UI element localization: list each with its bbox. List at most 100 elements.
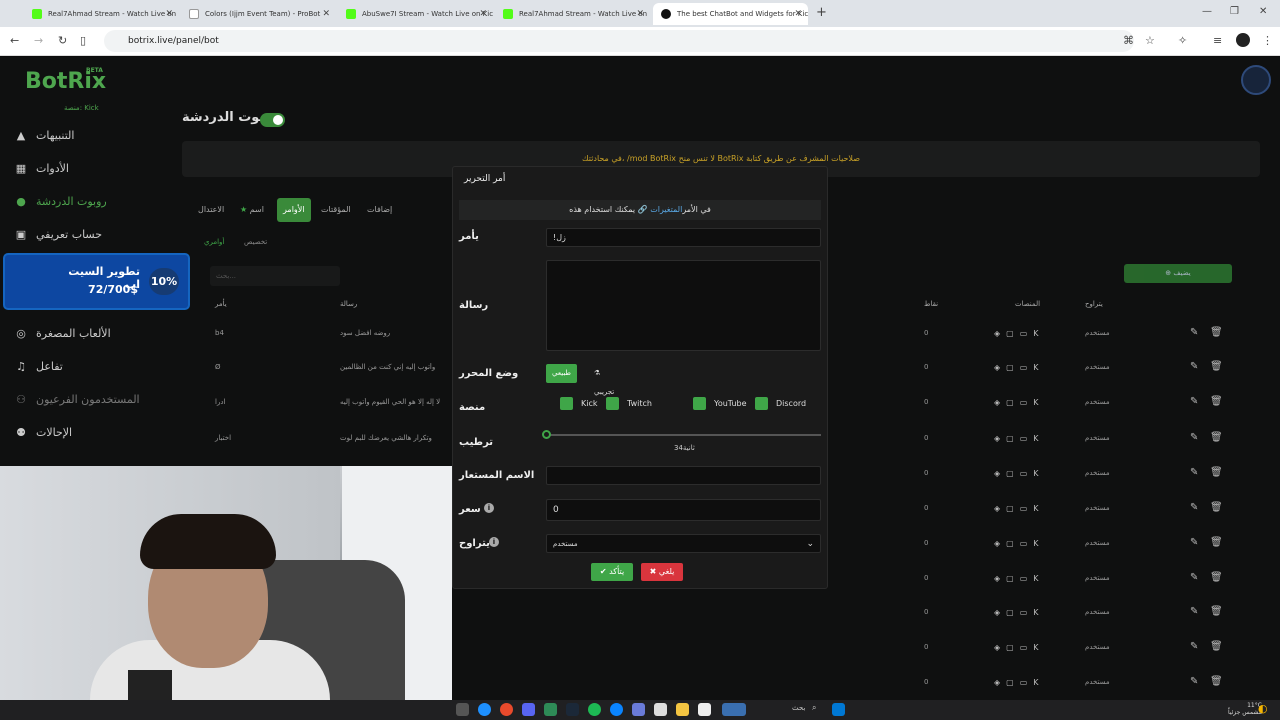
sidebar-item-profile[interactable]: ▣ حساب تعريفي	[14, 228, 184, 241]
checkbox-checked[interactable]	[693, 397, 706, 410]
search-input[interactable]: بحث...	[210, 266, 340, 286]
checkbox-checked[interactable]	[560, 397, 573, 410]
windows-start-icon[interactable]	[832, 703, 845, 716]
sidebar-item-subusers[interactable]: ⚇ المستخدمون الفرعيون	[14, 393, 184, 406]
tab-name[interactable]: ★ اسم	[234, 198, 270, 222]
range-select[interactable]: مستخدم ⌄	[546, 534, 821, 553]
edit-icon[interactable]: ✎	[1190, 572, 1198, 583]
sidepanel-icon[interactable]: ▯	[80, 34, 86, 47]
app-icon[interactable]	[632, 703, 645, 716]
delete-icon[interactable]: 🗑	[1210, 537, 1223, 548]
bookmark-star-icon[interactable]: ☆	[1145, 34, 1155, 47]
translate-icon[interactable]: ⌘	[1123, 34, 1134, 47]
sidebar-item-chatbot[interactable]: ● روبوت الدردشة	[14, 195, 184, 208]
close-icon[interactable]: ✕	[322, 9, 330, 19]
menu-icon[interactable]: ⋮	[1262, 34, 1273, 47]
variables-link[interactable]: المتغيرات	[650, 205, 682, 214]
column-header-command[interactable]: يأمر	[215, 300, 227, 308]
delete-icon[interactable]: 🗑	[1210, 396, 1223, 407]
forward-icon[interactable]: →	[34, 34, 43, 47]
taskview-icon[interactable]	[456, 703, 469, 716]
close-icon[interactable]: ✕	[794, 9, 802, 19]
mode-normal-button[interactable]: طبيعي	[546, 364, 578, 383]
chatbot-toggle[interactable]	[260, 113, 285, 127]
cooldown-slider-handle[interactable]	[542, 430, 551, 439]
back-icon[interactable]: ←	[10, 34, 19, 47]
subtab-custom[interactable]: تخصيص	[244, 238, 267, 246]
price-field[interactable]: 0	[546, 499, 821, 521]
info-icon[interactable]: i	[484, 503, 494, 513]
url-field[interactable]: botrix.live/panel/bot	[104, 30, 1134, 52]
tab-commands[interactable]: الأوامر	[277, 198, 311, 222]
store-icon[interactable]	[654, 703, 667, 716]
edit-icon[interactable]: ✎	[1190, 537, 1198, 548]
subtab-mine[interactable]: أوامري	[204, 238, 224, 246]
new-tab-icon[interactable]: +	[816, 5, 827, 20]
column-header-points[interactable]: نقاط	[924, 300, 938, 308]
edit-icon[interactable]: ✎	[1190, 467, 1198, 478]
mode-experimental-button[interactable]: ⚗ تجريبي	[588, 364, 620, 396]
sidebar-item-minigames[interactable]: ◎ الألعاب المصغرة	[14, 327, 184, 340]
close-icon[interactable]: ✕	[165, 9, 173, 19]
browser-tab[interactable]: Real7Ahmad Stream - Watch Live on Kick ✕	[24, 3, 179, 25]
window-close-icon[interactable]: ✕	[1259, 6, 1267, 17]
add-command-button[interactable]: ⊕ يضيف	[1124, 264, 1232, 283]
browser-tab-active[interactable]: The best ChatBot and Widgets for Kick: T…	[653, 3, 808, 25]
folder-icon[interactable]	[676, 703, 689, 716]
command-field[interactable]: !زل	[546, 228, 821, 247]
cancel-button[interactable]: ✖ يلغي	[641, 563, 683, 581]
edit-icon[interactable]: ✎	[1190, 327, 1198, 338]
tab-timers[interactable]: المؤقتات	[315, 198, 357, 222]
browser-tab[interactable]: Real7Ahmad Stream - Watch Live on Kick ✕	[495, 3, 650, 25]
taskbar-search[interactable]: بحث	[792, 704, 805, 712]
tab-moderation[interactable]: الاعتدال	[192, 198, 230, 222]
delete-icon[interactable]: 🗑	[1210, 572, 1223, 583]
spotify-icon[interactable]	[588, 703, 601, 716]
browser-tab[interactable]: AbuSwe7I Stream - Watch Live on Kick ✕	[338, 3, 493, 25]
notepad-icon[interactable]	[698, 703, 711, 716]
confirm-button[interactable]: ✔ يتأكد	[591, 563, 633, 581]
close-icon[interactable]: ✕	[479, 9, 487, 19]
message-textarea[interactable]	[546, 260, 821, 351]
chrome-icon[interactable]	[478, 703, 491, 716]
platform-checkbox-kick[interactable]: Kick	[560, 397, 598, 410]
user-avatar[interactable]	[1241, 65, 1271, 95]
sidebar-item-tools[interactable]: ▦ الأدوات	[14, 162, 184, 175]
media-icon[interactable]: ≡	[1213, 34, 1222, 47]
minimize-icon[interactable]: —	[1202, 6, 1212, 17]
extensions-icon[interactable]: ✧	[1178, 34, 1187, 47]
edit-icon[interactable]: ✎	[1190, 606, 1198, 617]
edge-icon[interactable]	[610, 703, 623, 716]
sidebar-item-referrals[interactable]: ⚉ الإحالات	[14, 426, 184, 439]
edit-icon[interactable]: ✎	[1190, 396, 1198, 407]
delete-icon[interactable]: 🗑	[1210, 467, 1223, 478]
edit-icon[interactable]: ✎	[1190, 676, 1198, 687]
tab-addons[interactable]: إضافات	[361, 198, 398, 222]
reload-icon[interactable]: ↻	[58, 34, 67, 47]
platform-checkbox-youtube[interactable]: YouTube	[693, 397, 747, 410]
delete-icon[interactable]: 🗑	[1210, 327, 1223, 338]
profile-avatar[interactable]	[1236, 33, 1250, 47]
edit-icon[interactable]: ✎	[1190, 432, 1198, 443]
delete-icon[interactable]: 🗑	[1210, 432, 1223, 443]
checkbox-checked[interactable]	[606, 397, 619, 410]
steam-icon[interactable]	[566, 703, 579, 716]
excel-icon[interactable]	[544, 703, 557, 716]
column-header-range[interactable]: يتراوح	[1085, 300, 1103, 308]
cooldown-slider-track[interactable]	[546, 434, 821, 436]
info-icon[interactable]: i	[489, 537, 499, 547]
delete-icon[interactable]: 🗑	[1210, 361, 1223, 372]
column-header-message[interactable]: رسالة	[340, 300, 357, 308]
platform-checkbox-twitch[interactable]: Twitch	[606, 397, 652, 410]
delete-icon[interactable]: 🗑	[1210, 676, 1223, 687]
checkbox-checked[interactable]	[755, 397, 768, 410]
delete-icon[interactable]: 🗑	[1210, 502, 1223, 513]
delete-icon[interactable]: 🗑	[1210, 641, 1223, 652]
sidebar-item-interaction[interactable]: ♫ تفاعل	[14, 360, 184, 373]
obs-icon[interactable]	[500, 703, 513, 716]
discord-icon[interactable]	[522, 703, 535, 716]
close-icon[interactable]: ✕	[636, 9, 644, 19]
edit-icon[interactable]: ✎	[1190, 502, 1198, 513]
alias-field[interactable]	[546, 466, 821, 485]
maximize-icon[interactable]: ❐	[1230, 6, 1239, 17]
